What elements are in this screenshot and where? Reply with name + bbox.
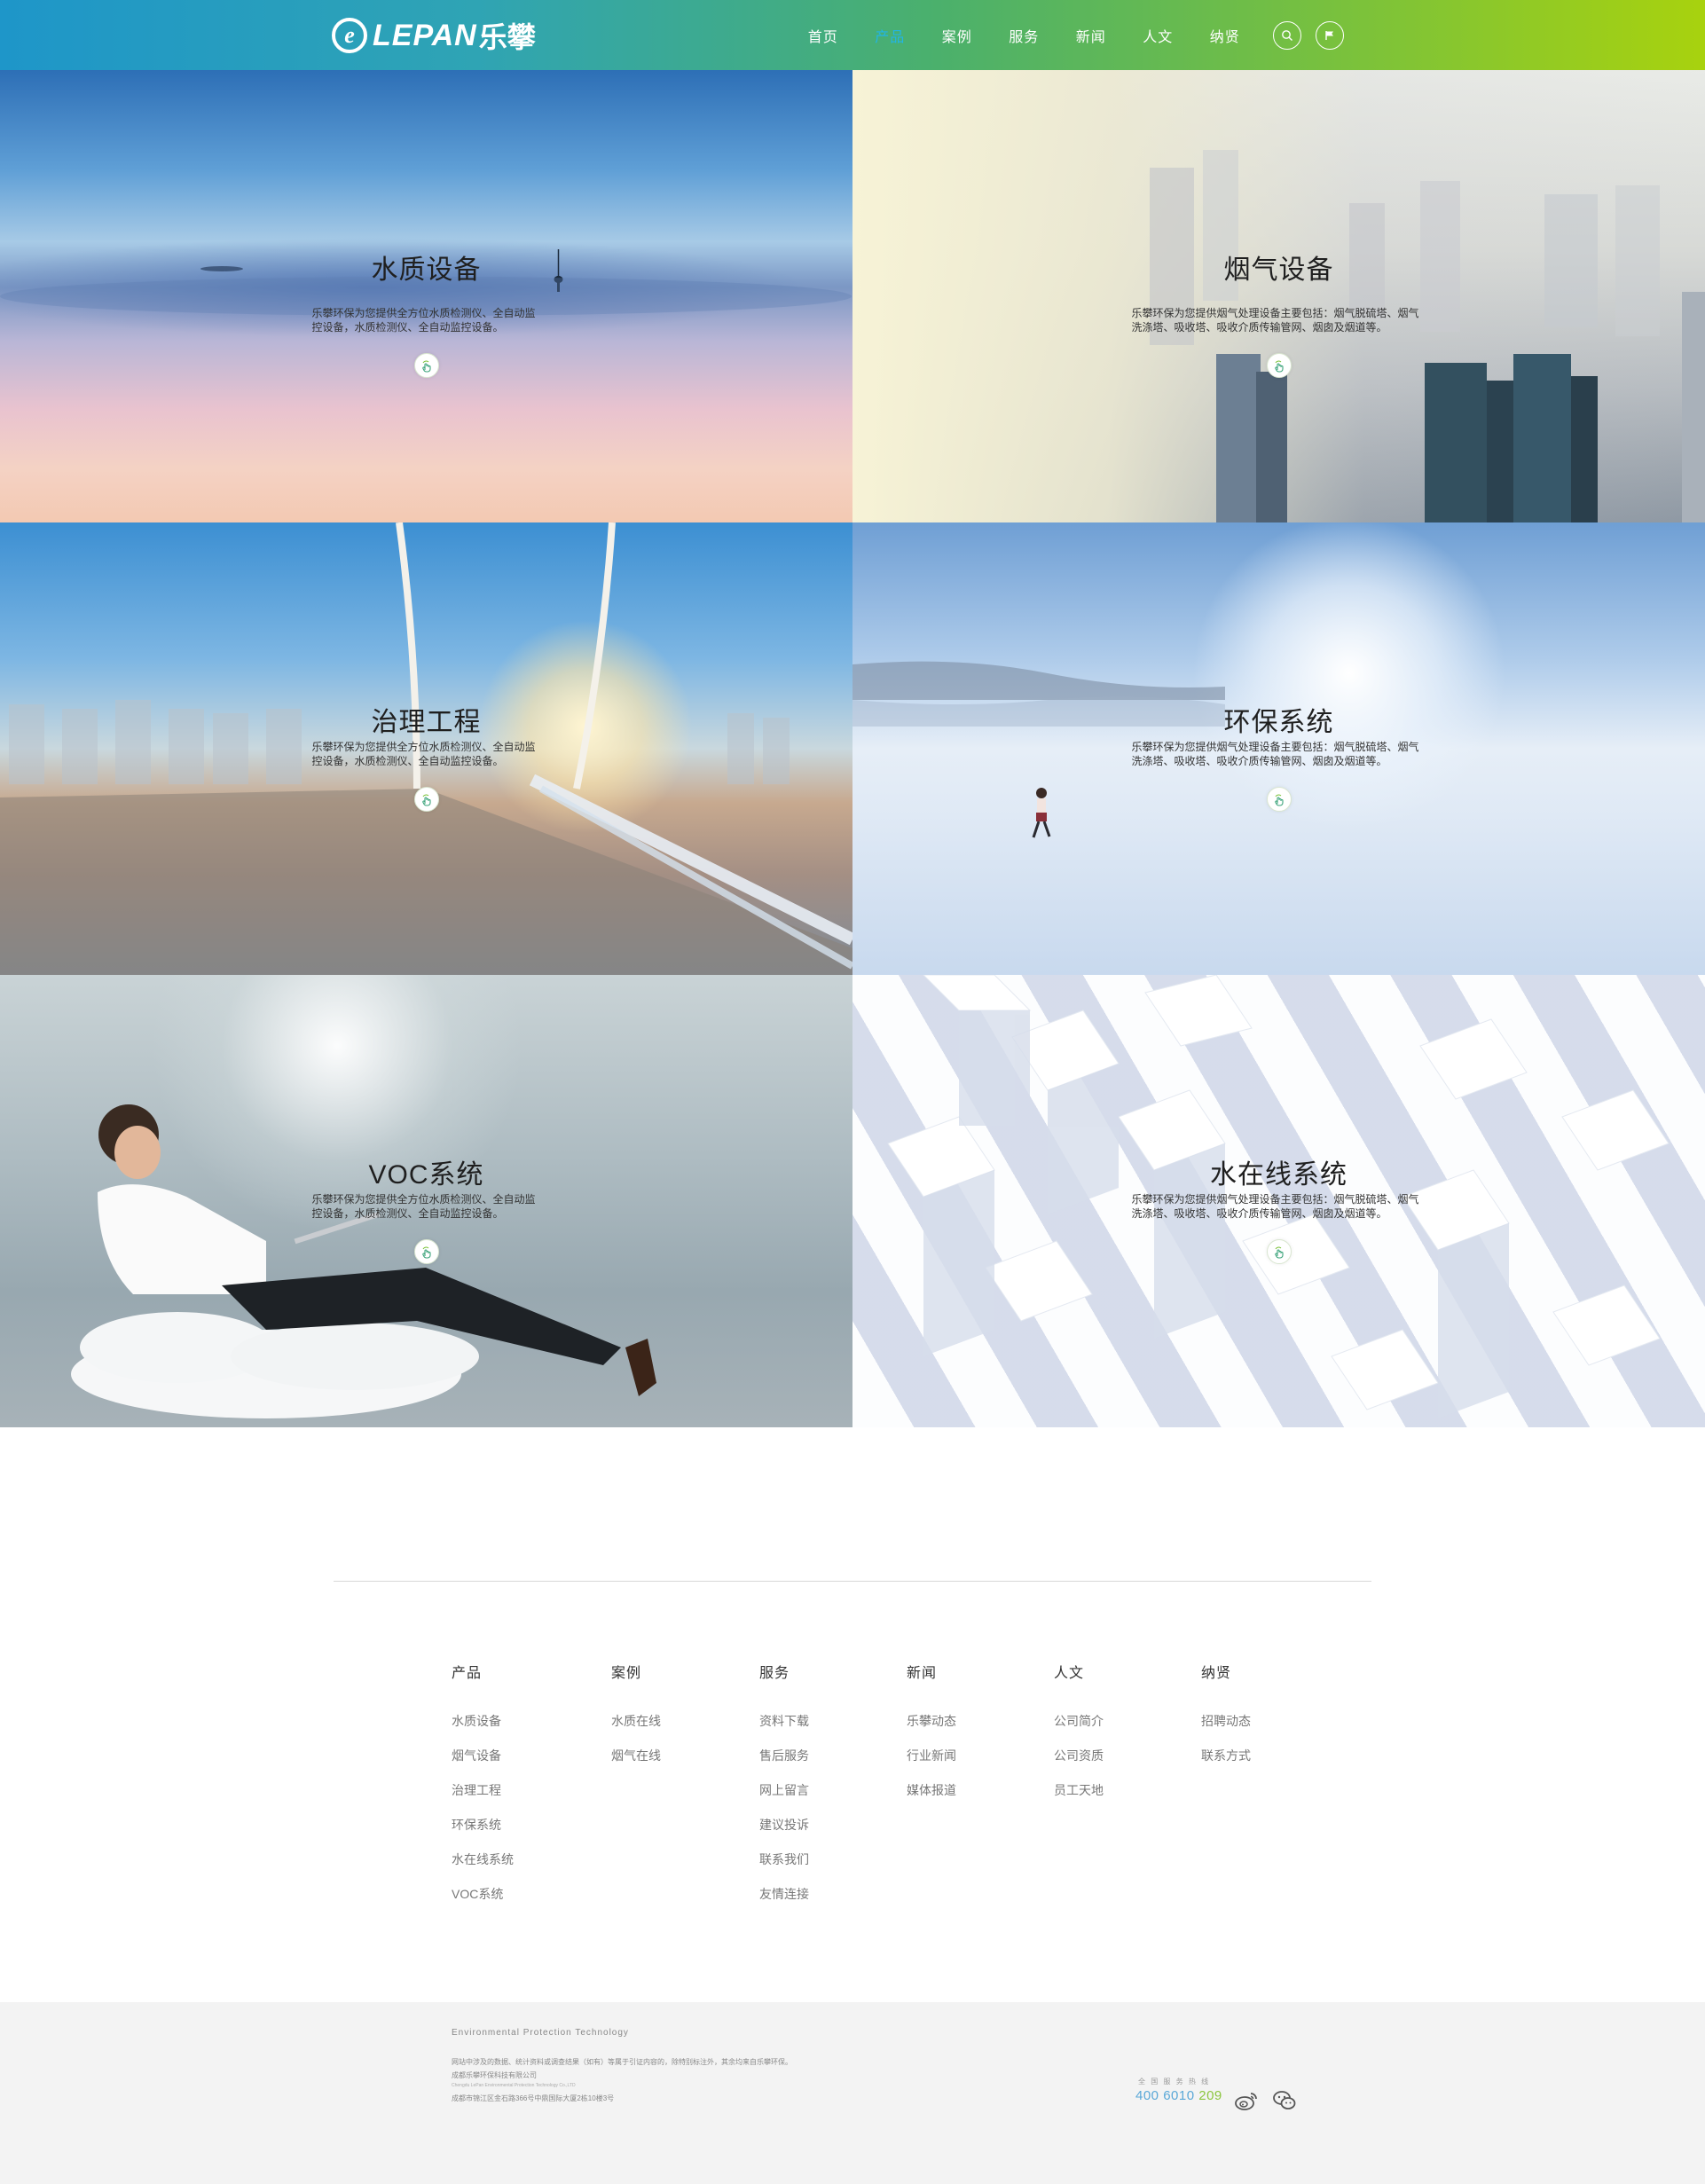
search-icon: [1281, 29, 1292, 41]
footer-column-service: 服务 资料下载 售后服务 网上留言 建议投诉 联系我们 友情连接: [759, 1661, 809, 1912]
footer-link[interactable]: 员工天地: [1054, 1773, 1104, 1808]
tile-title: 水质设备: [371, 255, 482, 285]
tile-title: 烟气设备: [1223, 255, 1334, 285]
city-smog-scene: [1150, 150, 1705, 522]
footer-link[interactable]: 水在线系统: [452, 1842, 514, 1877]
weibo-icon: [1235, 2093, 1257, 2110]
tile-more-button[interactable]: [1266, 1239, 1292, 1264]
footer-column-products: 产品 水质设备 烟气设备 治理工程 环保系统 水在线系统 VOC系统: [452, 1661, 514, 1912]
hotline-number[interactable]: 400 6010 209: [1135, 2088, 1222, 2103]
footer-address: 成都市锦江区金石路366号中鼎国际大厦2栋10楼3号: [452, 2094, 615, 2102]
footer-column-title: 人文: [1054, 1666, 1085, 1681]
lake-scene: [0, 249, 852, 316]
weibo-button[interactable]: [1233, 2087, 1260, 2114]
footer-link[interactable]: VOC系统: [452, 1877, 514, 1912]
tile-more-button[interactable]: [413, 787, 439, 812]
footer-link[interactable]: 水质在线: [611, 1704, 661, 1739]
site-logo[interactable]: e LEPAN 乐攀: [332, 12, 536, 59]
footer-column-culture: 人文 公司简介 公司资质 员工天地: [1054, 1661, 1104, 1808]
footer-link[interactable]: 网上留言: [759, 1773, 809, 1808]
footer-notice: 网站中涉及的数据、统计资料或调查结果（如有）等属于引证内容的，除特别标注外，其余…: [452, 2058, 792, 2066]
hand-pointer-icon: [421, 360, 431, 373]
nav-news[interactable]: 新闻: [1057, 25, 1125, 46]
tile-description: 乐攀环保为您提供全方位水质检测仪、全自动监控设备，水质检测仪、全自动监控设备。: [311, 1193, 536, 1220]
wechat-button[interactable]: [1271, 2087, 1298, 2114]
search-button[interactable]: [1272, 20, 1301, 50]
logo-text: LEPAN: [373, 18, 477, 52]
hand-pointer-icon: [421, 1246, 431, 1259]
footer-link[interactable]: 公司简介: [1054, 1704, 1104, 1739]
hand-pointer-icon: [1274, 1246, 1284, 1259]
product-tile-water-online-system[interactable]: 水在线系统 乐攀环保为您提供烟气处理设备主要包括：烟气脱硫塔、烟气洗涤塔、吸收塔…: [852, 975, 1705, 1427]
footer-tagline: Environmental Protection Technology: [452, 2028, 629, 2038]
wechat-icon: [1273, 2091, 1296, 2109]
nav-products[interactable]: 产品: [857, 25, 924, 46]
main-nav: 首页 产品 案例 服务 新闻 人文 纳贤: [790, 0, 1344, 70]
product-grid: 水质设备 乐攀环保为您提供全方位水质检测仪、全自动监控设备，水质检测仪、全自动监…: [0, 70, 1705, 1427]
tile-more-button[interactable]: [1266, 787, 1292, 812]
nav-cases[interactable]: 案例: [923, 25, 991, 46]
footer-divider: [334, 1581, 1371, 1582]
footer-link[interactable]: 行业新闻: [907, 1739, 956, 1773]
footer-link[interactable]: 环保系统: [452, 1808, 514, 1842]
nav-service[interactable]: 服务: [991, 25, 1058, 46]
footer-column-careers: 纳贤 招聘动态 联系方式: [1201, 1661, 1251, 1773]
logo-cn-text: 乐攀: [478, 21, 536, 53]
footer-link[interactable]: 联系我们: [759, 1842, 809, 1877]
footer-link[interactable]: 媒体报道: [907, 1773, 956, 1808]
tile-description: 乐攀环保为您提供烟气处理设备主要包括：烟气脱硫塔、烟气洗涤塔、吸收塔、吸收介质传…: [1131, 1193, 1419, 1220]
footer-link[interactable]: 联系方式: [1201, 1739, 1251, 1773]
nav-culture[interactable]: 人文: [1125, 25, 1192, 46]
nav-careers[interactable]: 纳贤: [1191, 25, 1259, 46]
footer-column-news: 新闻 乐攀动态 行业新闻 媒体报道: [907, 1661, 956, 1808]
footer-link[interactable]: 治理工程: [452, 1773, 514, 1808]
language-button[interactable]: [1315, 20, 1344, 50]
footer-column-cases: 案例 水质在线 烟气在线: [611, 1661, 661, 1773]
tile-description: 乐攀环保为您提供全方位水质检测仪、全自动监控设备，水质检测仪、全自动监控设备。: [311, 307, 536, 334]
hand-pointer-icon: [1274, 360, 1284, 373]
footer-link[interactable]: 招聘动态: [1201, 1704, 1251, 1739]
tile-more-button[interactable]: [413, 353, 439, 378]
hand-pointer-icon: [421, 794, 431, 806]
product-tile-treatment-engineering[interactable]: 治理工程 乐攀环保为您提供全方位水质检测仪、全自动监控设备，水质检测仪、全自动监…: [0, 522, 852, 975]
product-tile-voc-system[interactable]: VOC系统 乐攀环保为您提供全方位水质检测仪、全自动监控设备，水质检测仪、全自动…: [0, 975, 852, 1427]
footer-company-name-en: Chengdu LePan Environmental Protection T…: [452, 2083, 576, 2088]
footer-bottom-band: Environmental Protection Technology 网站中涉…: [0, 2002, 1705, 2184]
tile-more-button[interactable]: [1266, 353, 1292, 378]
footer-column-title: 新闻: [907, 1666, 938, 1681]
footer-link[interactable]: 资料下载: [759, 1704, 809, 1739]
tile-title: 治理工程: [371, 708, 482, 737]
footer-link[interactable]: 烟气设备: [452, 1739, 514, 1773]
tile-more-button[interactable]: [413, 1239, 439, 1264]
hotline-label: 全 国 服 务 热 线: [1138, 2078, 1211, 2086]
footer-column-title: 案例: [611, 1666, 642, 1681]
product-tile-environmental-system[interactable]: 环保系统 乐攀环保为您提供烟气处理设备主要包括：烟气脱硫塔、烟气洗涤塔、吸收塔、…: [852, 522, 1705, 975]
logo-mark-icon: e: [332, 18, 367, 53]
footer-link[interactable]: 建议投诉: [759, 1808, 809, 1842]
tile-description: 乐攀环保为您提供全方位水质检测仪、全自动监控设备，水质检测仪、全自动监控设备。: [311, 741, 536, 767]
nav-home[interactable]: 首页: [790, 25, 857, 46]
tile-title: VOC系统: [368, 1160, 484, 1190]
footer-link[interactable]: 烟气在线: [611, 1739, 661, 1773]
product-tile-water-equipment[interactable]: 水质设备 乐攀环保为您提供全方位水质检测仪、全自动监控设备，水质检测仪、全自动监…: [0, 70, 852, 522]
footer-company-name: 成都乐攀环保科技有限公司: [452, 2071, 537, 2079]
footer-sitemap: 产品 水质设备 烟气设备 治理工程 环保系统 水在线系统 VOC系统 案例 水质…: [452, 1661, 1339, 1927]
footer-link[interactable]: 友情连接: [759, 1877, 809, 1912]
site-header: e LEPAN 乐攀 首页 产品 案例 服务 新闻 人文 纳贤: [0, 0, 1705, 70]
footer-column-title: 产品: [452, 1666, 483, 1681]
footer-link[interactable]: 水质设备: [452, 1704, 514, 1739]
tile-description: 乐攀环保为您提供烟气处理设备主要包括：烟气脱硫塔、烟气洗涤塔、吸收塔、吸收介质传…: [1131, 307, 1419, 334]
footer-column-title: 纳贤: [1201, 1666, 1232, 1681]
footer-link[interactable]: 售后服务: [759, 1739, 809, 1773]
flag-icon: [1324, 30, 1333, 40]
footer-link[interactable]: 乐攀动态: [907, 1704, 956, 1739]
footer-column-title: 服务: [759, 1666, 790, 1681]
product-tile-flue-gas-equipment[interactable]: 烟气设备 乐攀环保为您提供烟气处理设备主要包括：烟气脱硫塔、烟气洗涤塔、吸收塔、…: [852, 70, 1705, 522]
tile-title: 水在线系统: [1210, 1160, 1348, 1190]
hand-pointer-icon: [1274, 794, 1284, 806]
footer-link[interactable]: 公司资质: [1054, 1739, 1104, 1773]
tile-description: 乐攀环保为您提供烟气处理设备主要包括：烟气脱硫塔、烟气洗涤塔、吸收塔、吸收介质传…: [1131, 741, 1419, 767]
tile-title: 环保系统: [1223, 708, 1334, 737]
